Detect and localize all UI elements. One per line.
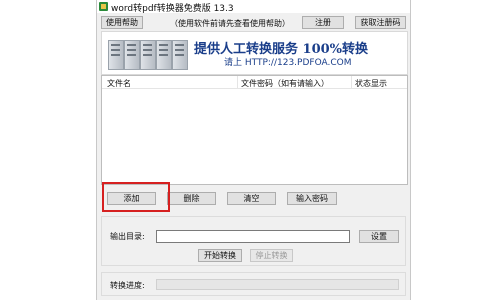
title-bar: word转pdf转换器免费版 13.3 [97,0,410,14]
clear-button[interactable]: 清空 [227,192,276,205]
enter-password-button[interactable]: 输入密码 [287,192,337,205]
stop-convert-button[interactable]: 停止转换 [250,249,293,262]
window-title: word转pdf转换器免费版 13.3 [111,4,234,14]
output-dir-label: 输出目录: [110,232,145,241]
delete-button[interactable]: 删除 [167,192,216,205]
column-header-filename[interactable]: 文件名 [107,78,131,89]
file-list[interactable]: 文件名 文件密码（如有请输入） 状态显示 [101,75,408,185]
column-header-status[interactable]: 状态显示 [355,78,387,89]
progress-label: 转换进度: [110,281,145,290]
column-header-password[interactable]: 文件密码（如有请输入） [241,78,329,89]
settings-button[interactable]: 设置 [359,230,399,243]
help-hint-text: （使用软件前请先查看使用帮助） [170,19,290,28]
output-dir-input[interactable] [156,230,350,243]
progress-bar [156,279,399,290]
server-icon [172,40,188,70]
start-convert-button[interactable]: 开始转换 [198,249,242,262]
file-list-header: 文件名 文件密码（如有请输入） 状态显示 [102,76,407,89]
server-icon [140,40,156,70]
output-group: 输出目录: 设置 开始转换 停止转换 [101,216,406,266]
server-icon [108,40,124,70]
progress-group: 转换进度: [101,272,406,296]
banner-url: 请上 HTTP://123.PDFOA.COM [224,58,352,68]
column-divider[interactable] [237,76,238,88]
help-button[interactable]: 使用帮助 [101,16,143,29]
app-logo-icon [99,2,108,11]
register-button[interactable]: 注册 [302,16,344,29]
add-button[interactable]: 添加 [107,192,156,205]
get-registration-code-button[interactable]: 获取注册码 [355,16,406,29]
promo-banner[interactable]: 提供人工转换服务 100%转换 请上 HTTP://123.PDFOA.COM [101,31,408,75]
column-divider[interactable] [351,76,352,88]
app-window: word转pdf转换器免费版 13.3 使用帮助 （使用软件前请先查看使用帮助）… [97,0,410,300]
server-icon [156,40,172,70]
server-icon [124,40,140,70]
